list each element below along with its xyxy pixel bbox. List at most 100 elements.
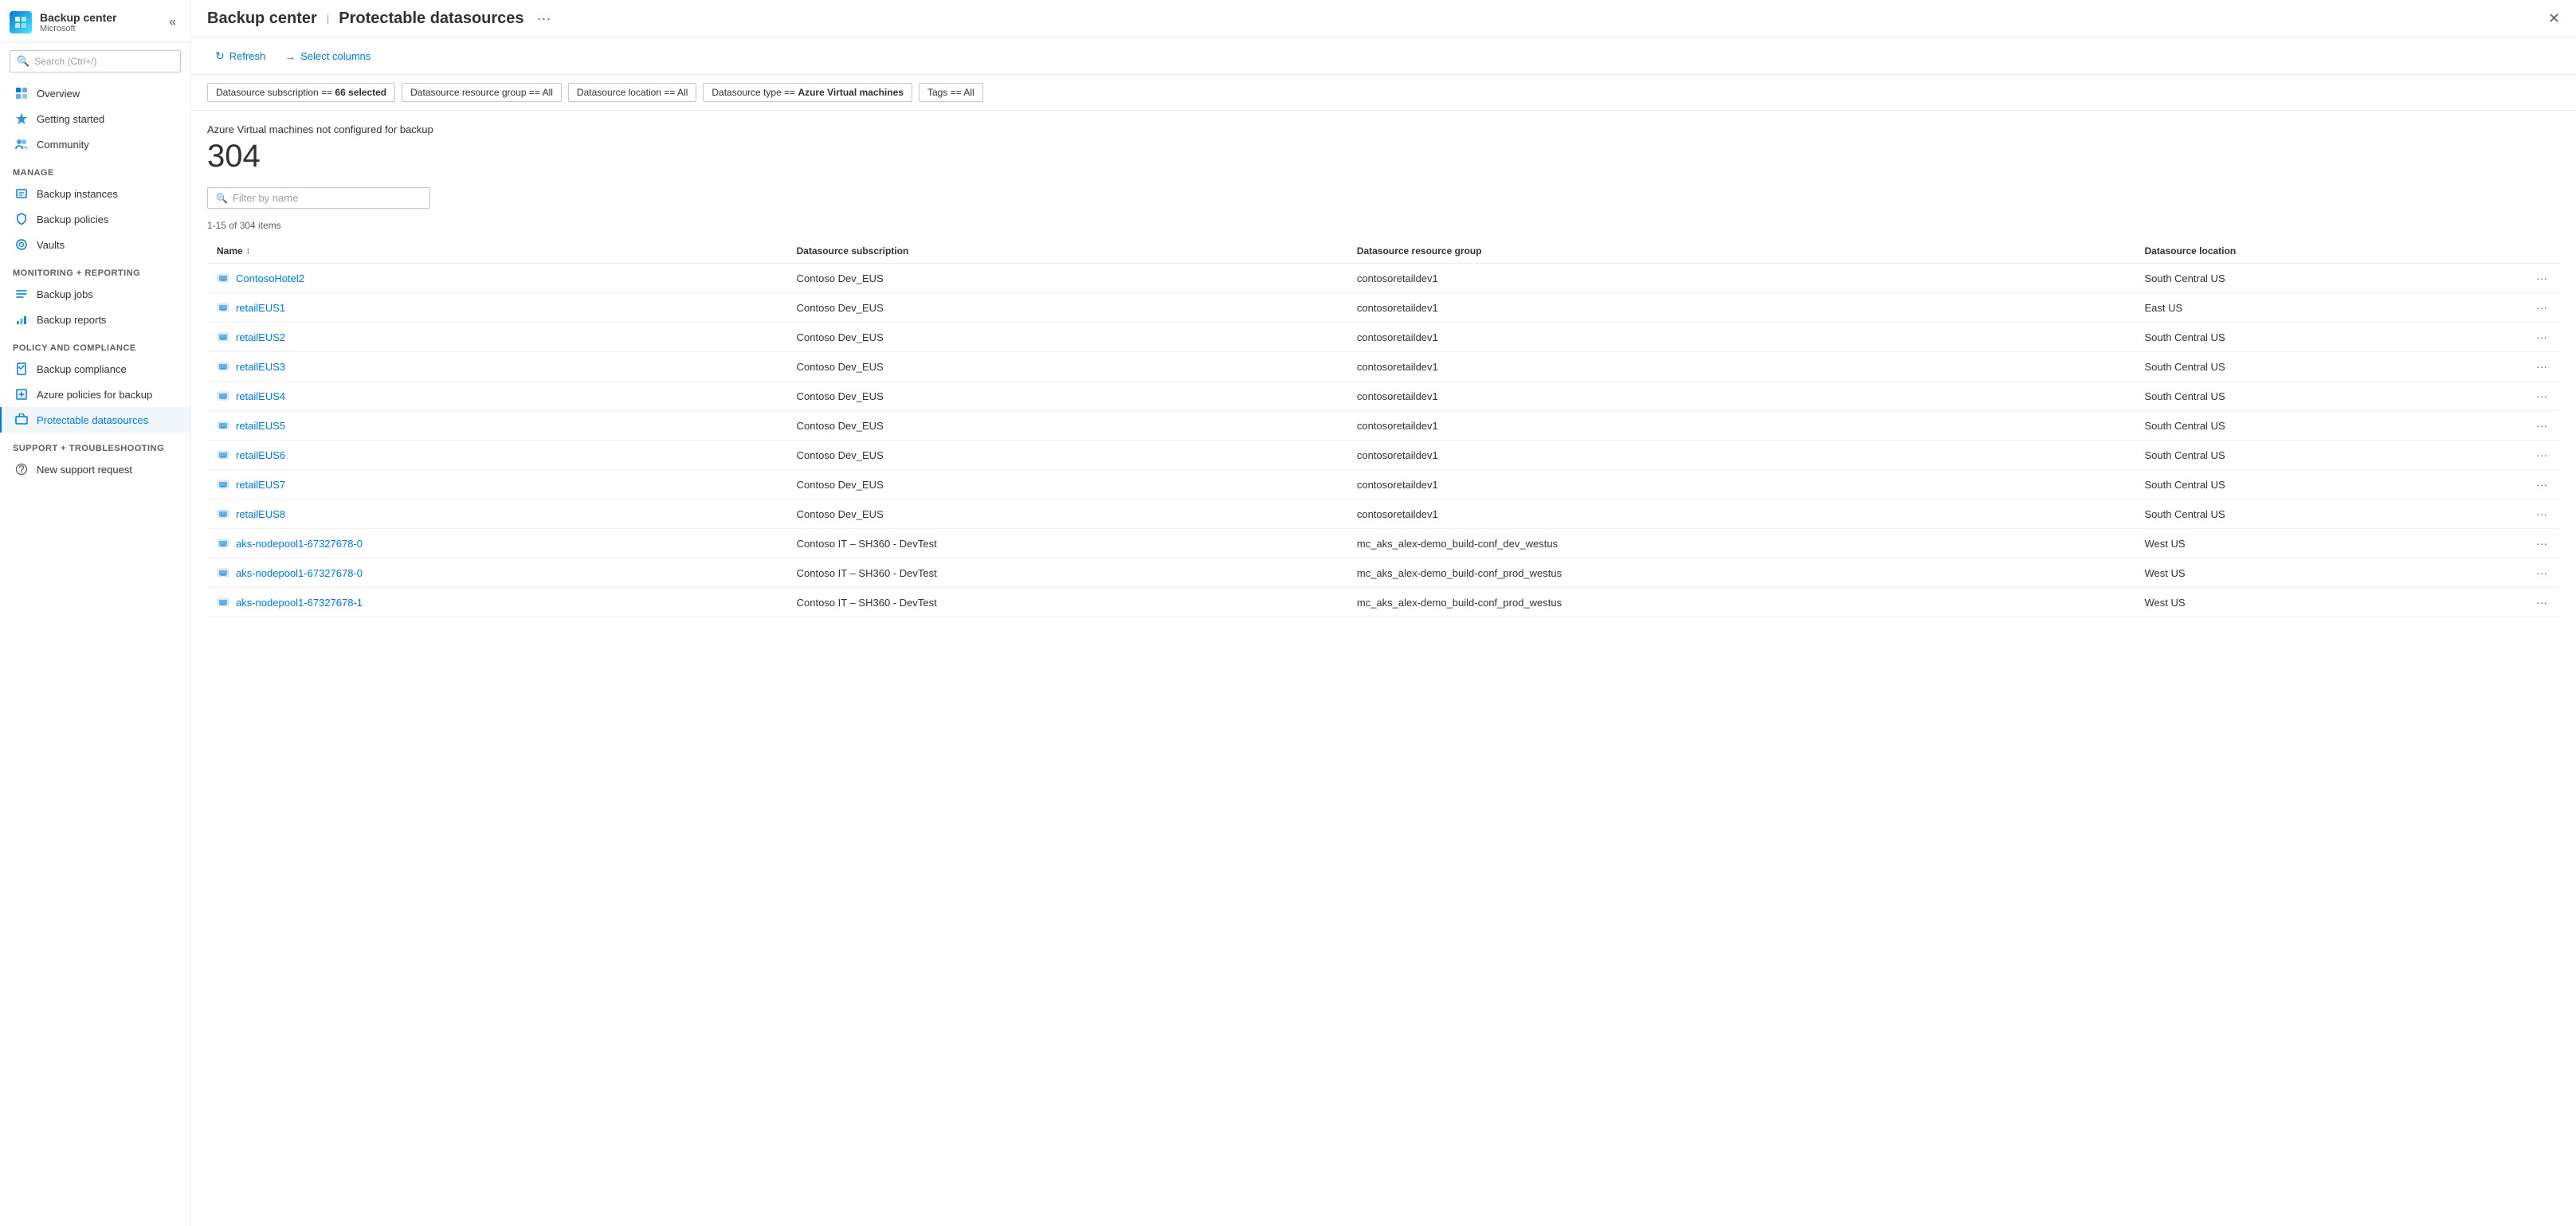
filter-location[interactable]: Datasource location == All [568,83,696,102]
vm-icon [217,507,229,520]
row-menu-button[interactable]: ··· [2533,417,2551,433]
sidebar-item-vaults[interactable]: Vaults [0,232,190,257]
app-provider: Microsoft [40,24,116,33]
row-menu-button[interactable]: ··· [2533,506,2551,522]
row-name[interactable]: retailEUS4 [236,390,285,402]
sidebar-item-backup-compliance[interactable]: Backup compliance [0,356,190,382]
cell-name: retailEUS3 [207,352,787,382]
sidebar-item-new-support-request[interactable]: New support request [0,456,190,482]
row-name[interactable]: aks-nodepool1-67327678-0 [236,567,363,579]
cell-name: ContosoHotel2 [207,264,787,293]
cell-name: retailEUS5 [207,411,787,441]
col-header-subscription: Datasource subscription [787,239,1347,264]
sidebar-item-azure-policies[interactable]: Azure policies for backup [0,382,190,407]
cell-subscription: Contoso Dev_EUS [787,264,1347,293]
cell-subscription: Contoso Dev_EUS [787,293,1347,323]
row-menu-button[interactable]: ··· [2533,300,2551,315]
cell-location: South Central US [2135,470,2523,499]
cell-location: West US [2135,529,2523,558]
filter-type[interactable]: Datasource type == Azure Virtual machine… [703,83,912,102]
cell-location: South Central US [2135,264,2523,293]
close-button[interactable]: ✕ [2548,10,2560,27]
name-sort-button[interactable]: Name ↕ [217,245,778,257]
row-name[interactable]: retailEUS7 [236,479,285,491]
sidebar-item-backup-jobs[interactable]: Backup jobs [0,281,190,307]
row-name[interactable]: retailEUS1 [236,302,285,314]
row-menu-button[interactable]: ··· [2533,358,2551,374]
row-menu-button[interactable]: ··· [2533,329,2551,345]
app-title-group: Backup center Microsoft [40,11,116,33]
sidebar-item-getting-started[interactable]: Getting started [0,106,190,131]
row-name[interactable]: retailEUS6 [236,449,285,461]
filter-subscription[interactable]: Datasource subscription == 66 selected [207,83,395,102]
row-name[interactable]: retailEUS2 [236,331,285,343]
sidebar-item-label: New support request [37,464,132,476]
row-menu-button[interactable]: ··· [2533,447,2551,463]
sidebar-nav: Overview Getting started Community Manag… [0,80,190,1226]
main-header: Backup center | Protectable datasources … [191,0,2576,38]
sidebar-collapse-button[interactable]: « [164,14,181,31]
section-monitoring: Monitoring + reporting [0,257,190,281]
cell-resource-group: mc_aks_alex-demo_build-conf_prod_westus [1347,588,2135,617]
select-columns-button[interactable]: → Select columns [276,45,378,68]
cell-subscription: Contoso IT – SH360 - DevTest [787,588,1347,617]
title-separator: | [327,13,329,25]
vm-icon [217,566,229,579]
summary-count: 304 [207,139,2560,174]
refresh-button[interactable]: ↻ Refresh [207,45,273,68]
search-input[interactable] [34,56,174,67]
filter-tags[interactable]: Tags == All [919,83,983,102]
sidebar-item-label: Getting started [37,113,104,125]
name-filter-input[interactable] [233,192,421,204]
sidebar-item-overview[interactable]: Overview [0,80,190,106]
vm-icon [217,301,229,314]
vm-icon [217,596,229,609]
vm-icon [217,331,229,343]
sidebar-item-protectable-datasources[interactable]: Protectable datasources [0,407,190,433]
row-menu-button[interactable]: ··· [2533,535,2551,551]
filter-resource-group[interactable]: Datasource resource group == All [402,83,562,102]
table-row: retailEUS7 Contoso Dev_EUS contosoretail… [207,470,2560,499]
section-manage: Manage [0,157,190,181]
cell-name: retailEUS8 [207,499,787,529]
section-policy: Policy and compliance [0,332,190,356]
table-row: retailEUS4 Contoso Dev_EUS contosoretail… [207,382,2560,411]
sidebar-item-backup-reports[interactable]: Backup reports [0,307,190,332]
vaults-icon [14,237,29,252]
row-name[interactable]: aks-nodepool1-67327678-1 [236,597,363,609]
content-area: Azure Virtual machines not configured fo… [191,111,2576,1226]
table-row: retailEUS6 Contoso Dev_EUS contosoretail… [207,441,2560,470]
row-name[interactable]: retailEUS5 [236,420,285,432]
more-options-button[interactable]: ··· [537,10,551,27]
sidebar-item-backup-policies[interactable]: Backup policies [0,206,190,232]
row-menu-button[interactable]: ··· [2533,388,2551,404]
cell-subscription: Contoso IT – SH360 - DevTest [787,558,1347,588]
cell-actions: ··· [2523,558,2560,588]
row-name[interactable]: retailEUS8 [236,508,285,520]
table-row: ContosoHotel2 Contoso Dev_EUS contosoret… [207,264,2560,293]
row-name[interactable]: ContosoHotel2 [236,272,304,284]
filter-type-label: Datasource type == [712,87,798,98]
sidebar-item-label: Backup instances [37,188,118,200]
filter-tags-label: Tags == [927,87,963,98]
sidebar: Backup center Microsoft « 🔍 Overview Get… [0,0,191,1226]
sidebar-item-backup-instances[interactable]: Backup instances [0,181,190,206]
toolbar: ↻ Refresh → Select columns [191,38,2576,75]
row-menu-button[interactable]: ··· [2533,270,2551,286]
row-menu-button[interactable]: ··· [2533,594,2551,610]
cell-resource-group: contosoretaildev1 [1347,323,2135,352]
cell-resource-group: contosoretaildev1 [1347,352,2135,382]
row-name[interactable]: aks-nodepool1-67327678-0 [236,538,363,550]
cell-name: retailEUS6 [207,441,787,470]
row-menu-button[interactable]: ··· [2533,476,2551,492]
filter-location-label: Datasource location == [577,87,677,98]
row-name[interactable]: retailEUS3 [236,361,285,373]
backup-compliance-icon [14,362,29,376]
cell-name: aks-nodepool1-67327678-0 [207,529,787,558]
sidebar-item-label: Backup policies [37,213,108,225]
vm-icon [217,419,229,432]
row-menu-button[interactable]: ··· [2533,565,2551,581]
cell-subscription: Contoso Dev_EUS [787,441,1347,470]
sidebar-item-community[interactable]: Community [0,131,190,157]
cell-resource-group: contosoretaildev1 [1347,293,2135,323]
